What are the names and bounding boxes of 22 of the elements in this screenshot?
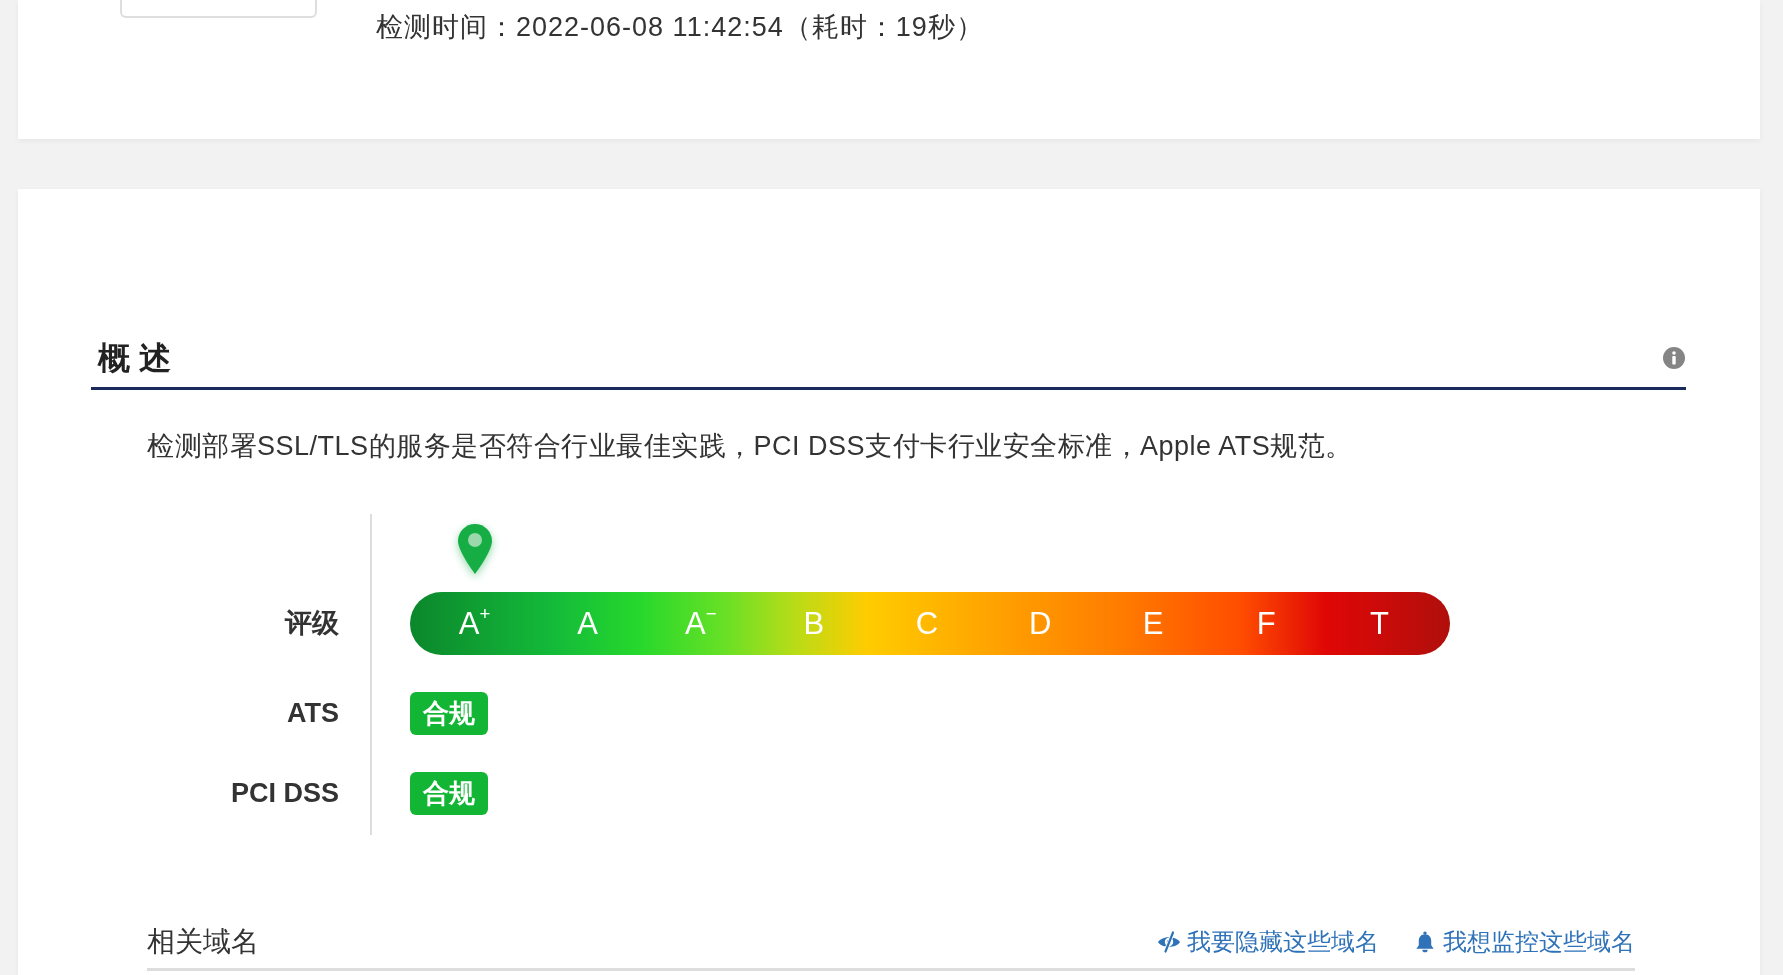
standard-label: ATS [287,697,339,730]
grade-label: A [577,605,598,642]
compliance-tag: 合规 [410,692,488,735]
compliance-tag: 合规 [410,772,488,815]
grade-label: A$^{+}$ [458,605,491,642]
info-icon[interactable] [1663,347,1685,369]
eye-slash-icon [1157,931,1181,953]
grade-label: F [1256,605,1276,642]
grade-label: D [1028,605,1052,642]
section-title: 概 述 [98,339,171,378]
description-text: 检测部署SSL/TLS的服务是否符合行业最佳实践，PCI DSS支付卡行业安全标准，Apple ATS规范。 [147,430,1354,462]
grade-label: A$^{−}$ [685,605,717,642]
standard-label: PCI DSS [230,777,339,810]
rating-label: 评级 [285,607,339,640]
section-subtitle: 相关域名 [147,925,259,959]
monitor-domains-link[interactable]: 我想监控这些域名 [1413,926,1635,958]
grade-label: T [1369,605,1389,642]
grade-label: E [1142,605,1164,642]
check-time-text: 检测时间：2022-06-08 11:42:54（耗时：19秒） [376,11,984,44]
hide-domains-link[interactable]: 我要隐藏这些域名 [1157,926,1379,958]
grade-label: C [915,605,939,642]
grade-label: B [803,605,825,642]
